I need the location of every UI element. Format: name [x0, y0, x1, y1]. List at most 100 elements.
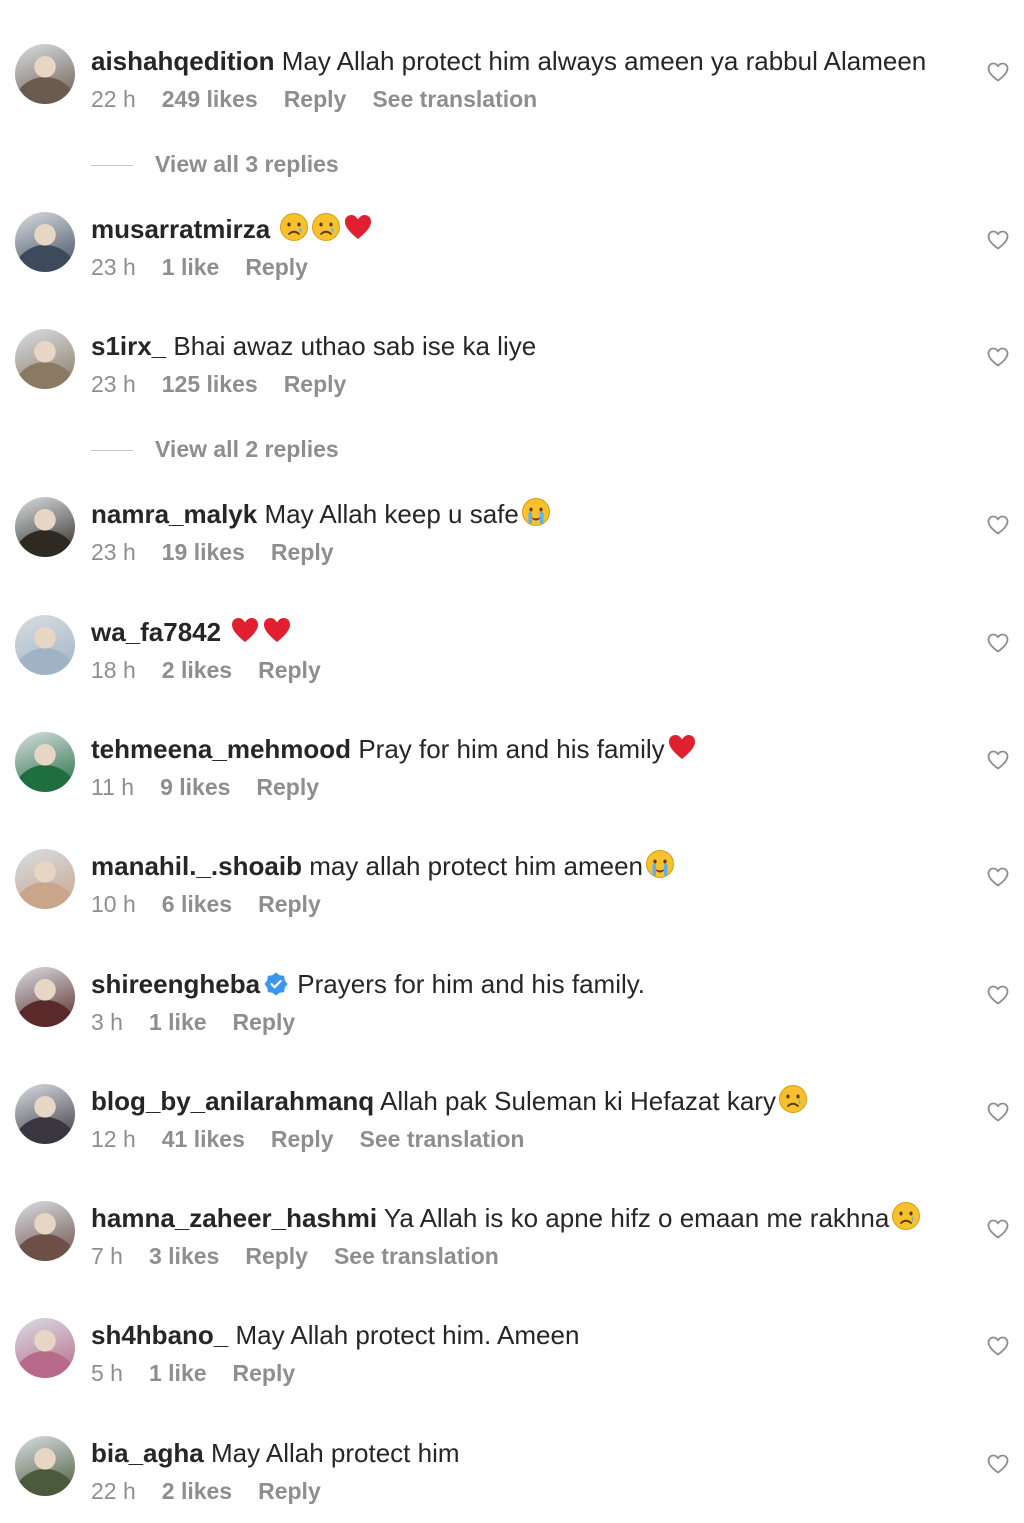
comment-username[interactable]: hamna_zaheer_hashmi	[91, 1203, 377, 1233]
comment-meta: 23 h 19 likes Reply	[91, 537, 360, 567]
comment-username[interactable]: shireengheba	[91, 969, 260, 999]
comment-likes[interactable]: 41 likes	[162, 1126, 245, 1152]
comment-meta: 5 h 1 like Reply	[91, 1358, 321, 1388]
reply-button[interactable]: Reply	[245, 1243, 308, 1269]
comment-timestamp: 7 h	[91, 1243, 123, 1269]
like-heart-icon[interactable]	[986, 228, 1010, 252]
comment-meta: 23 h 1 like Reply	[91, 252, 334, 282]
comment-username[interactable]: blog_by_anilarahmanq	[91, 1086, 374, 1116]
like-heart-icon[interactable]	[986, 1100, 1010, 1124]
comment-item: wa_fa7842 18 h 2 likes Reply	[0, 615, 1024, 695]
see-translation-link[interactable]: See translation	[360, 1126, 525, 1152]
reply-button[interactable]: Reply	[233, 1360, 296, 1386]
like-heart-icon[interactable]	[986, 748, 1010, 772]
comment-username[interactable]: musarratmirza	[91, 214, 270, 244]
reply-button[interactable]: Reply	[271, 1126, 334, 1152]
avatar[interactable]	[15, 967, 75, 1027]
comment-timestamp: 22 h	[91, 86, 136, 112]
comment-body: Prayers for him and his family.	[297, 969, 646, 999]
avatar[interactable]	[15, 615, 75, 675]
reply-button[interactable]: Reply	[256, 774, 319, 800]
comment-meta: 12 h 41 likes Reply See translation	[91, 1124, 550, 1154]
comment-item: aishahqedition May Allah protect him alw…	[0, 44, 1024, 124]
like-heart-icon[interactable]	[986, 865, 1010, 889]
avatar[interactable]	[15, 329, 75, 389]
avatar[interactable]	[15, 212, 75, 272]
comment-timestamp: 23 h	[91, 254, 136, 280]
comment-username[interactable]: bia_agha	[91, 1438, 204, 1468]
comment-likes[interactable]: 2 likes	[162, 1478, 232, 1504]
comment-meta: 7 h 3 likes Reply See translation	[91, 1241, 525, 1271]
comment-meta: 22 h 2 likes Reply	[91, 1476, 347, 1506]
avatar[interactable]	[15, 1201, 75, 1261]
view-replies-label[interactable]: View all 3 replies	[155, 151, 339, 178]
comment-item: s1irx_ Bhai awaz uthao sab ise ka liye 23…	[0, 329, 1024, 409]
comment-likes[interactable]: 249 likes	[162, 86, 258, 112]
reply-button[interactable]: Reply	[258, 1478, 321, 1504]
comment-timestamp: 23 h	[91, 371, 136, 397]
like-heart-icon[interactable]	[986, 983, 1010, 1007]
comment-meta: 18 h 2 likes Reply	[91, 655, 347, 685]
comment-body: May Allah keep u safe	[264, 499, 519, 529]
red-heart-emoji	[345, 215, 372, 239]
comment-likes[interactable]: 1 like	[149, 1360, 207, 1386]
comment-likes[interactable]: 2 likes	[162, 657, 232, 683]
comment-timestamp: 5 h	[91, 1360, 123, 1386]
comment-username[interactable]: namra_malyk	[91, 499, 257, 529]
reply-button[interactable]: Reply	[233, 1009, 296, 1035]
like-heart-icon[interactable]	[986, 345, 1010, 369]
comment-likes[interactable]: 19 likes	[162, 539, 245, 565]
red-heart-emoji	[232, 618, 259, 642]
reply-button[interactable]: Reply	[284, 86, 347, 112]
avatar[interactable]	[15, 1318, 75, 1378]
view-replies-link[interactable]: View all 3 replies	[91, 149, 491, 183]
comment-body: May Allah protect him	[210, 1438, 460, 1468]
avatar[interactable]	[15, 44, 75, 104]
comment-item: musarratmirza 23 h 1 like Reply	[0, 212, 1024, 292]
avatar[interactable]	[15, 1084, 75, 1144]
like-heart-icon[interactable]	[986, 1334, 1010, 1358]
comment-body: Pray for him and his family	[358, 734, 665, 764]
comment-meta: 23 h 125 likes Reply	[91, 369, 372, 399]
like-heart-icon[interactable]	[986, 1217, 1010, 1241]
comment-username[interactable]: wa_fa7842	[91, 617, 221, 647]
comment-text: bia_agha May Allah protect him	[91, 1436, 934, 1470]
comment-meta: 3 h 1 like Reply	[91, 1007, 321, 1037]
comment-text: tehmeena_mehmood Pray for him and his fa…	[91, 732, 934, 766]
comment-username[interactable]: aishahqedition	[91, 46, 274, 76]
comment-timestamp: 11 h	[91, 774, 135, 800]
reply-button[interactable]: Reply	[258, 891, 321, 917]
comment-text: manahil._.shoaib may allah protect him a…	[91, 849, 934, 883]
crying-face-emoji	[312, 213, 341, 241]
avatar[interactable]	[15, 732, 75, 792]
view-replies-label[interactable]: View all 2 replies	[155, 436, 339, 463]
comment-likes[interactable]: 6 likes	[162, 891, 232, 917]
comment-username[interactable]: manahil._.shoaib	[91, 851, 302, 881]
avatar[interactable]	[15, 497, 75, 557]
reply-button[interactable]: Reply	[258, 657, 321, 683]
comment-timestamp: 18 h	[91, 657, 136, 683]
reply-button[interactable]: Reply	[271, 539, 334, 565]
see-translation-link[interactable]: See translation	[334, 1243, 499, 1269]
see-translation-link[interactable]: See translation	[372, 86, 537, 112]
like-heart-icon[interactable]	[986, 1452, 1010, 1476]
comment-timestamp: 22 h	[91, 1478, 136, 1504]
reply-button[interactable]: Reply	[284, 371, 347, 397]
view-replies-link[interactable]: View all 2 replies	[91, 434, 491, 468]
reply-button[interactable]: Reply	[245, 254, 308, 280]
like-heart-icon[interactable]	[986, 60, 1010, 84]
avatar[interactable]	[15, 1436, 75, 1496]
comment-username[interactable]: s1irx_	[91, 331, 166, 361]
comment-likes[interactable]: 125 likes	[162, 371, 258, 397]
comment-username[interactable]: sh4hbano_	[91, 1320, 228, 1350]
comment-likes[interactable]: 9 likes	[160, 774, 230, 800]
comment-item: bia_agha May Allah protect him 22 h 2 like…	[0, 1436, 1024, 1516]
comment-likes[interactable]: 3 likes	[149, 1243, 219, 1269]
comment-likes[interactable]: 1 like	[162, 254, 220, 280]
avatar[interactable]	[15, 849, 75, 909]
like-heart-icon[interactable]	[986, 513, 1010, 537]
like-heart-icon[interactable]	[986, 631, 1010, 655]
comment-likes[interactable]: 1 like	[149, 1009, 207, 1035]
comment-text: blog_by_anilarahmanq Allah pak Suleman k…	[91, 1084, 934, 1118]
comment-username[interactable]: tehmeena_mehmood	[91, 734, 351, 764]
